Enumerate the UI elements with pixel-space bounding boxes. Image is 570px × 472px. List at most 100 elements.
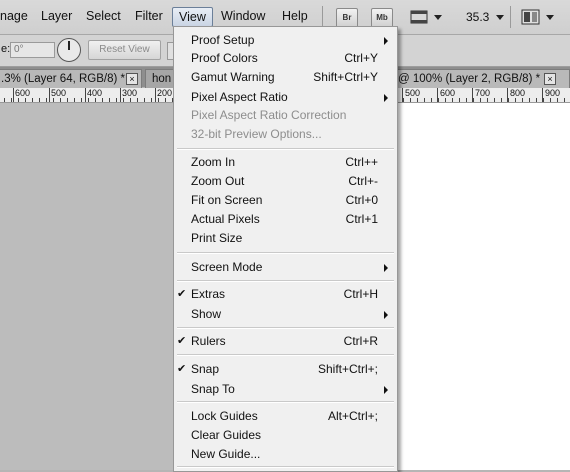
ruler-major-tick xyxy=(85,88,86,102)
menu-divider xyxy=(177,148,394,150)
zoom-chevron-down-icon[interactable] xyxy=(496,15,504,20)
menu-item-label: Clear Guides xyxy=(191,428,262,442)
view-menu-dropdown: Proof Setup Proof Colors Ctrl+Y Gamut Wa… xyxy=(173,26,398,472)
ruler-minor-tick xyxy=(550,98,551,102)
ruler-minor-tick xyxy=(501,98,502,102)
ruler-label: 900 xyxy=(545,88,561,98)
document-canvas[interactable] xyxy=(397,103,570,470)
ruler-minor-tick xyxy=(81,98,82,102)
ruler-minor-tick xyxy=(487,98,488,102)
menu-item-label: 32-bit Preview Options... xyxy=(191,127,322,141)
menu-item-label: Zoom In xyxy=(191,155,236,169)
submenu-arrow-icon xyxy=(384,37,388,45)
menu-item-shortcut: Ctrl+- xyxy=(348,174,378,188)
ruler-minor-tick xyxy=(165,98,166,102)
ruler-minor-tick xyxy=(11,98,12,102)
mini-bridge-button[interactable]: Mb xyxy=(371,8,393,28)
menu-item-zoom-in[interactable]: Zoom In Ctrl++ xyxy=(174,153,397,172)
menu-filter[interactable]: Filter xyxy=(135,9,163,23)
menu-item-snap-to[interactable]: Snap To xyxy=(174,380,397,399)
rotation-dial[interactable] xyxy=(57,38,81,62)
menu-image[interactable]: nage xyxy=(0,9,28,23)
zoom-level[interactable]: 35.3 xyxy=(466,10,489,24)
menu-divider xyxy=(177,327,394,329)
menu-window[interactable]: Window xyxy=(221,9,265,23)
menu-item-gamut-warning[interactable]: Gamut Warning Shift+Ctrl+Y xyxy=(174,68,397,87)
menu-item-show[interactable]: Show xyxy=(174,305,397,324)
menu-item-label: Actual Pixels xyxy=(191,212,260,226)
menu-item-new-guide[interactable]: New Guide... xyxy=(174,445,397,464)
menu-help[interactable]: Help xyxy=(282,9,308,23)
menu-item-shortcut: Shift+Ctrl+; xyxy=(317,362,378,376)
menu-item-pixel-aspect-ratio-correction: Pixel Aspect Ratio Correction xyxy=(174,106,397,125)
menu-item-label: Pixel Aspect Ratio Correction xyxy=(191,108,347,122)
close-icon[interactable]: × xyxy=(544,73,556,85)
ruler-label: 600 xyxy=(440,88,456,98)
menu-item-shortcut: Alt+Ctrl+; xyxy=(327,409,378,423)
menu-item-shortcut: Ctrl++ xyxy=(345,155,378,169)
submenu-arrow-icon xyxy=(384,94,388,102)
checkmark-icon: ✔ xyxy=(177,288,187,300)
ruler-minor-tick xyxy=(536,98,537,102)
ruler-minor-tick xyxy=(18,98,19,102)
ruler-minor-tick xyxy=(473,98,474,102)
ruler-major-tick xyxy=(120,88,121,102)
menu-item-shortcut: Ctrl+0 xyxy=(345,193,378,207)
menu-item-extras[interactable]: ✔ Extras Ctrl+H xyxy=(174,285,397,304)
ruler-minor-tick xyxy=(88,98,89,102)
menu-view[interactable]: View xyxy=(172,7,213,27)
arrange-chevron-down-icon[interactable] xyxy=(546,15,554,20)
ruler-minor-tick xyxy=(102,98,103,102)
menu-item-proof-setup[interactable]: Proof Setup xyxy=(174,31,397,50)
menubar-divider xyxy=(322,6,323,28)
chevron-down-icon[interactable] xyxy=(434,15,442,20)
ruler-minor-tick xyxy=(445,98,446,102)
ruler-label: 500 xyxy=(405,88,421,98)
ruler-label: 300 xyxy=(122,88,138,98)
menu-item-pixel-aspect-ratio[interactable]: Pixel Aspect Ratio xyxy=(174,88,397,107)
menu-item-rulers[interactable]: ✔ Rulers Ctrl+R xyxy=(174,332,397,351)
menu-item-snap[interactable]: ✔ Snap Shift+Ctrl+; xyxy=(174,360,397,379)
ruler-minor-tick xyxy=(39,98,40,102)
menu-item-fit-on-screen[interactable]: Fit on Screen Ctrl+0 xyxy=(174,191,397,210)
ruler-minor-tick xyxy=(109,98,110,102)
close-icon[interactable]: × xyxy=(126,73,138,85)
menu-layer[interactable]: Layer xyxy=(41,9,72,23)
menu-item-lock-guides[interactable]: Lock Guides Alt+Ctrl+; xyxy=(174,407,397,426)
ruler-minor-tick xyxy=(522,98,523,102)
ruler-minor-tick xyxy=(515,98,516,102)
ruler-minor-tick xyxy=(25,98,26,102)
menu-item-clear-guides[interactable]: Clear Guides xyxy=(174,426,397,445)
ruler-minor-tick xyxy=(564,98,565,102)
ruler-minor-tick xyxy=(67,98,68,102)
arrange-documents-button[interactable] xyxy=(521,8,541,26)
tab-title: .3% (Layer 64, RGB/8) * xyxy=(1,73,125,85)
film-icon xyxy=(410,10,428,24)
ruler-minor-tick xyxy=(410,98,411,102)
reset-view-button[interactable]: Reset View xyxy=(88,40,161,60)
ruler-minor-tick xyxy=(480,98,481,102)
ruler-minor-tick xyxy=(4,98,5,102)
ruler-label: 700 xyxy=(475,88,491,98)
ruler-minor-tick xyxy=(508,98,509,102)
menu-item-zoom-out[interactable]: Zoom Out Ctrl+- xyxy=(174,172,397,191)
menu-item-shortcut: Shift+Ctrl+Y xyxy=(313,70,378,84)
ruler-minor-tick xyxy=(74,98,75,102)
ruler-minor-tick xyxy=(438,98,439,102)
menu-item-label: Print Size xyxy=(191,231,243,245)
menu-item-label: Lock Guides xyxy=(191,409,258,423)
menu-item-print-size[interactable]: Print Size xyxy=(174,229,397,248)
tab-document-3[interactable]: @ 100% (Layer 2, RGB/8) * × xyxy=(393,69,570,88)
rotation-angle-input[interactable]: 0° xyxy=(10,42,55,58)
menu-item-label: New Guide... xyxy=(191,447,261,461)
menu-item-label: Fit on Screen xyxy=(191,193,263,207)
bridge-button[interactable]: Br xyxy=(336,8,358,28)
menu-item-screen-mode[interactable]: Screen Mode xyxy=(174,258,397,277)
menu-item-proof-colors[interactable]: Proof Colors Ctrl+Y xyxy=(174,49,397,68)
ruler-label: 400 xyxy=(87,88,103,98)
view-extras-button[interactable] xyxy=(410,9,430,25)
tab-document-1[interactable]: .3% (Layer 64, RGB/8) * × xyxy=(0,69,142,88)
menu-item-actual-pixels[interactable]: Actual Pixels Ctrl+1 xyxy=(174,210,397,229)
menu-select[interactable]: Select xyxy=(86,9,121,23)
ruler-major-tick xyxy=(155,88,156,102)
